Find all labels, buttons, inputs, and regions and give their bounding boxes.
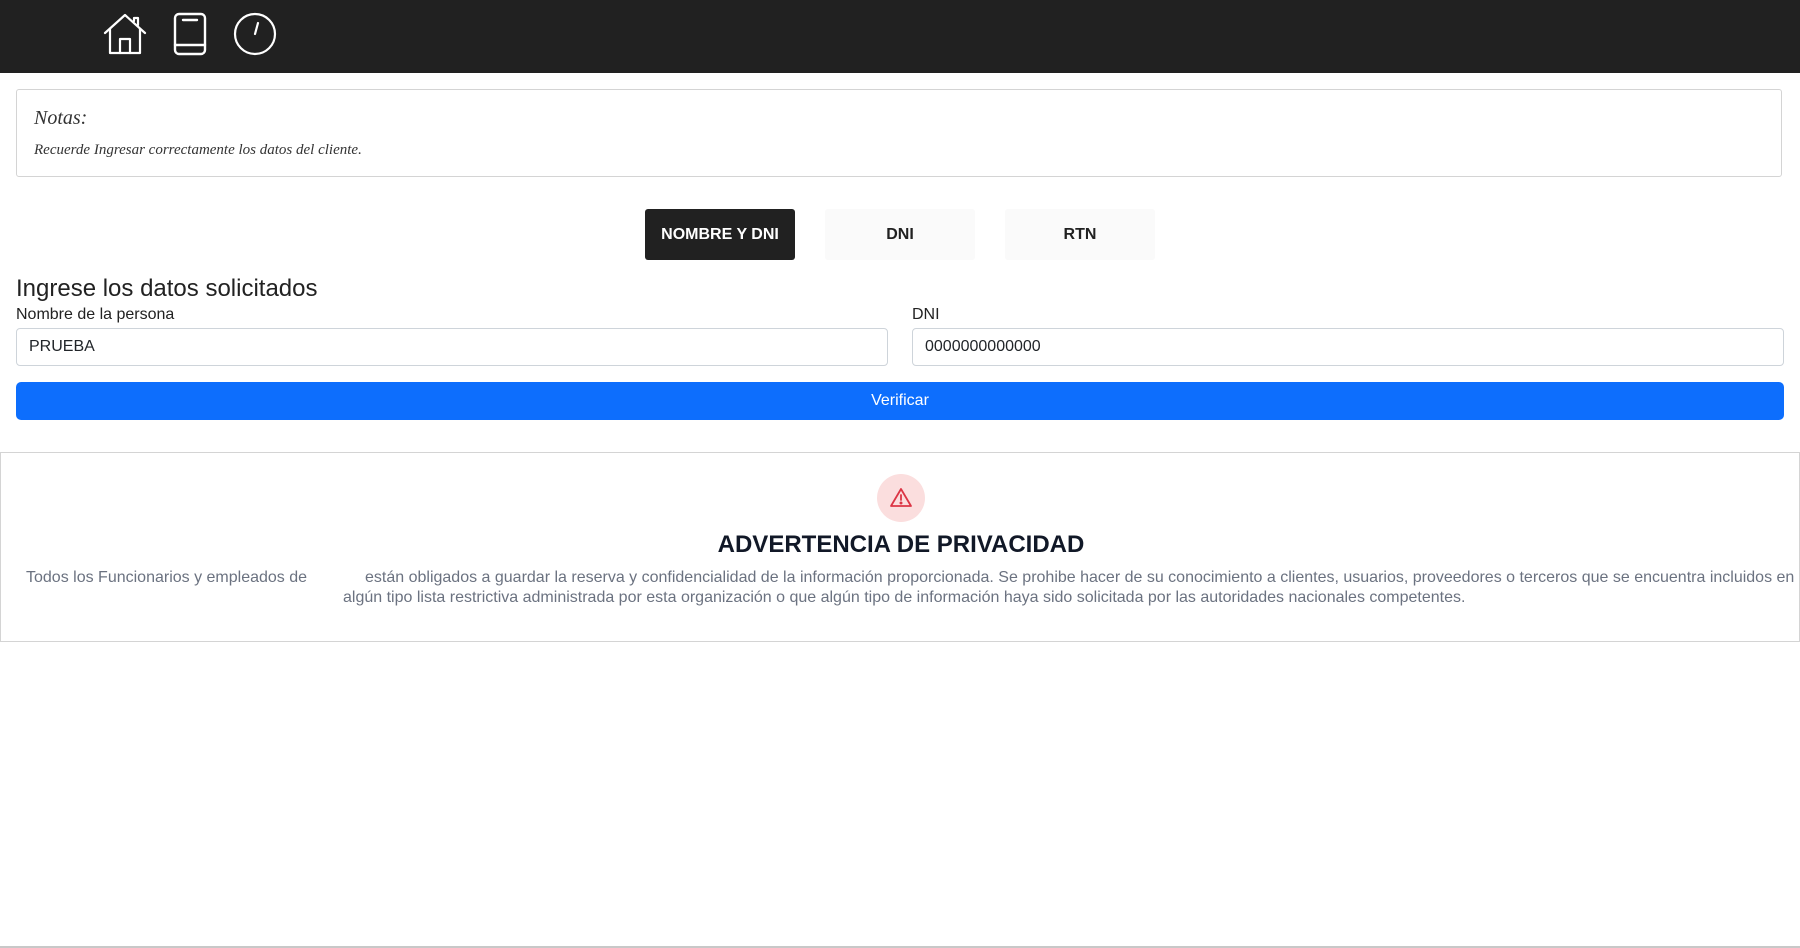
privacy-warning-panel: ADVERTENCIA DE PRIVACIDAD Todos los Func…: [0, 452, 1800, 642]
privacy-title: ADVERTENCIA DE PRIVACIDAD: [717, 531, 1085, 558]
privacy-text-prefix: Todos los Funcionarios y empleados de: [26, 569, 308, 586]
notes-title: Notas:: [34, 107, 88, 129]
book-icon[interactable]: [166, 10, 214, 58]
form-title: Ingrese los datos solicitados: [16, 275, 318, 302]
tab-dni[interactable]: DNI: [825, 209, 975, 260]
name-field-label: Nombre de la persona: [16, 306, 175, 323]
warning-icon-badge: [877, 474, 925, 522]
privacy-text-line-1: están obligados a guardar la reserva y c…: [365, 569, 1795, 586]
notes-panel: Notas: Recuerde Ingresar correctamente l…: [16, 89, 1782, 177]
dni-field-label: DNI: [912, 306, 940, 323]
clock-icon[interactable]: [231, 10, 279, 58]
warning-icon: [890, 488, 912, 507]
home-icon[interactable]: [101, 10, 149, 58]
name-input[interactable]: [16, 328, 888, 366]
privacy-text-line-2: algún tipo lista restrictiva administrad…: [343, 589, 1466, 606]
notes-text: Recuerde Ingresar correctamente los dato…: [34, 142, 362, 158]
tab-rtn[interactable]: RTN: [1005, 209, 1155, 260]
verify-button[interactable]: Verificar: [16, 382, 1784, 420]
top-nav-bar: [0, 0, 1800, 73]
dni-input[interactable]: [912, 328, 1784, 366]
tab-nombre-y-dni[interactable]: NOMBRE Y DNI: [645, 209, 795, 260]
